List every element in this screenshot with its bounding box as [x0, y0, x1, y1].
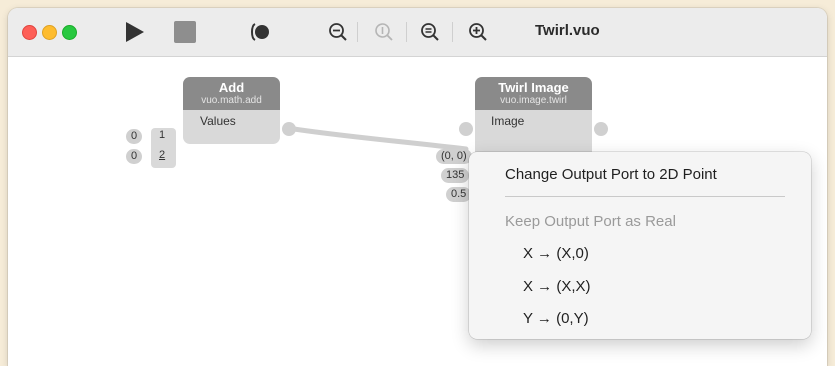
- add-node-class: vuo.math.add: [201, 95, 262, 106]
- add-node[interactable]: Add vuo.math.add Values: [183, 77, 296, 144]
- zoom-out-icon[interactable]: [326, 20, 350, 44]
- add-node-header[interactable]: Add vuo.math.add: [183, 77, 280, 110]
- list-index-1: 1: [159, 129, 166, 141]
- add-output-port[interactable]: [282, 122, 296, 136]
- twirl-node-class: vuo.image.twirl: [500, 95, 567, 106]
- composition-window: Twirl.vuo Add vuo.math.add Values 1 2 0 …: [8, 8, 827, 366]
- zoom-fit-icon[interactable]: [418, 20, 442, 44]
- menu-separator: [505, 196, 785, 197]
- menu-item-x-to-xx[interactable]: X → (X,X): [523, 278, 591, 295]
- menu-item-change-to-2d-point[interactable]: Change Output Port to 2D Point: [505, 166, 717, 183]
- image-input-port[interactable]: [459, 122, 473, 136]
- constant-value-1[interactable]: 0: [126, 129, 143, 144]
- context-menu: Change Output Port to 2D Point Keep Outp…: [469, 152, 811, 339]
- menu-item-y-to-0y[interactable]: Y → (0,Y): [523, 310, 589, 327]
- menu-item-keep-as-real: Keep Output Port as Real: [505, 213, 676, 230]
- zoom-window-button[interactable]: [62, 25, 77, 40]
- constant-value-2[interactable]: 0: [126, 149, 143, 164]
- composition-canvas[interactable]: Add vuo.math.add Values 1 2 0 0 Twirl Im…: [8, 57, 827, 366]
- stop-icon[interactable]: [172, 20, 198, 44]
- menu-item-x-to-x0[interactable]: X → (X,0): [523, 245, 589, 262]
- twirl-node-title: Twirl Image: [498, 80, 569, 95]
- values-port-label: Values: [200, 114, 236, 128]
- minimize-window-button[interactable]: [42, 25, 57, 40]
- twirl-node-header[interactable]: Twirl Image vuo.image.twirl: [475, 77, 592, 110]
- play-icon[interactable]: [120, 20, 148, 44]
- zoom-actual-icon[interactable]: [372, 20, 396, 44]
- close-window-button[interactable]: [22, 25, 37, 40]
- add-node-title: Add: [218, 80, 245, 95]
- angle-constant[interactable]: 135: [441, 168, 470, 183]
- window-title: Twirl.vuo: [535, 22, 600, 39]
- image-port-label: Image: [491, 114, 525, 128]
- toolbar: Twirl.vuo: [8, 8, 827, 57]
- list-index-2: 2: [159, 149, 166, 161]
- center-constant[interactable]: (0, 0): [436, 149, 472, 164]
- radius-constant[interactable]: 0.5: [446, 187, 472, 202]
- zoom-in-icon[interactable]: [466, 20, 490, 44]
- twirl-output-port[interactable]: [594, 122, 608, 136]
- add-node-body: Values: [183, 110, 280, 144]
- show-events-icon[interactable]: [246, 20, 272, 44]
